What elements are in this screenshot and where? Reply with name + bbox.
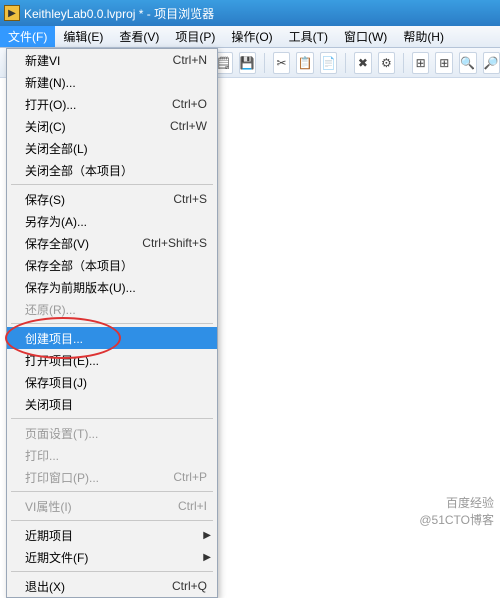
menu-item-1[interactable]: 新建(N)... <box>7 71 217 93</box>
toolbar-divider <box>345 53 346 73</box>
menu-item-label: 关闭全部(L) <box>25 140 207 157</box>
menu-separator <box>11 184 213 185</box>
menu-separator <box>11 323 213 324</box>
menu-item-17: 打印... <box>7 444 217 466</box>
menu-item-label: 打印窗口(P)... <box>25 469 163 486</box>
menu-separator <box>11 571 213 572</box>
menu-separator <box>11 520 213 521</box>
menu-item-18: 打印窗口(P)... Ctrl+P <box>7 466 217 488</box>
menu-item-5[interactable]: 关闭全部（本项目） <box>7 159 217 181</box>
menu-item-22[interactable]: 退出(X) Ctrl+Q <box>7 575 217 597</box>
menu-item-label: 打开项目(E)... <box>25 352 207 369</box>
menu-item-4[interactable]: 关闭全部(L) <box>7 137 217 159</box>
watermark-line1: 百度经验 <box>419 494 494 511</box>
menu-item-7[interactable]: 另存为(A)... <box>7 210 217 232</box>
file-menu-dropdown: 新建VI Ctrl+N 新建(N)... 打开(O)... Ctrl+O 关闭(C) Ctr… <box>6 48 218 598</box>
menu-item-label: 保存为前期版本(U)... <box>25 279 207 296</box>
toolbar-button-8[interactable]: ⊞ <box>435 52 453 74</box>
title-bar: ▶ KeithleyLab0.0.lvproj * - 项目浏览器 <box>0 0 500 26</box>
menu-item-label: 近期项目 <box>25 527 207 544</box>
menu-0[interactable]: 文件(F) <box>0 26 55 47</box>
menu-item-label: 保存(S) <box>25 191 163 208</box>
menu-item-shortcut: Ctrl+N <box>173 53 207 67</box>
menu-item-label: 打开(O)... <box>25 96 162 113</box>
menu-item-shortcut: Ctrl+Q <box>172 579 207 593</box>
menu-separator <box>11 418 213 419</box>
menu-2[interactable]: 查看(V) <box>111 26 167 47</box>
menu-item-label: 保存全部(V) <box>25 235 132 252</box>
menu-bar: 文件(F)编辑(E)查看(V)项目(P)操作(O)工具(T)窗口(W)帮助(H) <box>0 26 500 48</box>
menu-6[interactable]: 窗口(W) <box>336 26 395 47</box>
toolbar-divider <box>403 53 404 73</box>
menu-item-label: 创建项目... <box>25 330 207 347</box>
watermark-line2: @51CTO博客 <box>419 511 494 528</box>
menu-item-9[interactable]: 保存全部（本项目） <box>7 254 217 276</box>
submenu-arrow-icon: ▶ <box>203 530 211 541</box>
menu-item-label: 近期文件(F) <box>25 549 207 566</box>
menu-7[interactable]: 帮助(H) <box>395 26 452 47</box>
menu-3[interactable]: 项目(P) <box>167 26 223 47</box>
menu-item-21[interactable]: 近期文件(F)▶ <box>7 546 217 568</box>
menu-item-label: 另存为(A)... <box>25 213 207 230</box>
menu-item-label: 关闭项目 <box>25 396 207 413</box>
menu-item-shortcut: Ctrl+O <box>172 97 207 111</box>
menu-item-20[interactable]: 近期项目▶ <box>7 524 217 546</box>
menu-item-label: 还原(R)... <box>25 301 207 318</box>
app-icon: ▶ <box>4 5 20 21</box>
toolbar-button-2[interactable]: ✂ <box>273 52 291 74</box>
menu-item-10[interactable]: 保存为前期版本(U)... <box>7 276 217 298</box>
window-title: KeithleyLab0.0.lvproj * - 项目浏览器 <box>24 5 214 22</box>
menu-item-label: 新建(N)... <box>25 74 207 91</box>
menu-item-shortcut: Ctrl+P <box>173 470 207 484</box>
menu-5[interactable]: 工具(T) <box>281 26 336 47</box>
menu-item-15[interactable]: 关闭项目 <box>7 393 217 415</box>
toolbar-button-1[interactable]: 💾 <box>239 52 257 74</box>
menu-item-label: 打印... <box>25 447 207 464</box>
toolbar-button-5[interactable]: ✖ <box>354 52 372 74</box>
menu-item-2[interactable]: 打开(O)... Ctrl+O <box>7 93 217 115</box>
menu-item-shortcut: Ctrl+Shift+S <box>142 236 207 250</box>
menu-item-label: 页面设置(T)... <box>25 425 207 442</box>
toolbar-button-6[interactable]: ⚙ <box>378 52 396 74</box>
toolbar-button-7[interactable]: ⊞ <box>412 52 430 74</box>
menu-item-label: 关闭(C) <box>25 118 160 135</box>
submenu-arrow-icon: ▶ <box>203 552 211 563</box>
menu-item-19: VI属性(I) Ctrl+I <box>7 495 217 517</box>
menu-item-3[interactable]: 关闭(C) Ctrl+W <box>7 115 217 137</box>
menu-item-14[interactable]: 保存项目(J) <box>7 371 217 393</box>
menu-item-shortcut: Ctrl+W <box>170 119 207 133</box>
toolbar-button-9[interactable]: 🔍 <box>459 52 477 74</box>
menu-1[interactable]: 编辑(E) <box>55 26 111 47</box>
toolbar-button-3[interactable]: 📋 <box>296 52 314 74</box>
watermark: 百度经验 @51CTO博客 <box>419 494 494 528</box>
menu-4[interactable]: 操作(O) <box>223 26 280 47</box>
menu-item-label: 保存全部（本项目） <box>25 257 207 274</box>
menu-item-0[interactable]: 新建VI Ctrl+N <box>7 49 217 71</box>
menu-item-16: 页面设置(T)... <box>7 422 217 444</box>
menu-item-6[interactable]: 保存(S) Ctrl+S <box>7 188 217 210</box>
menu-item-label: 退出(X) <box>25 578 162 595</box>
menu-separator <box>11 491 213 492</box>
menu-item-11: 还原(R)... <box>7 298 217 320</box>
menu-item-label: VI属性(I) <box>25 498 168 515</box>
menu-item-shortcut: Ctrl+S <box>173 192 207 206</box>
menu-item-label: 保存项目(J) <box>25 374 207 391</box>
menu-item-13[interactable]: 打开项目(E)... <box>7 349 217 371</box>
menu-item-label: 新建VI <box>25 52 163 69</box>
menu-item-12[interactable]: 创建项目... <box>7 327 217 349</box>
menu-item-8[interactable]: 保存全部(V) Ctrl+Shift+S <box>7 232 217 254</box>
menu-item-shortcut: Ctrl+I <box>178 499 207 513</box>
toolbar-button-10[interactable]: 🔎 <box>483 52 500 74</box>
menu-item-label: 关闭全部（本项目） <box>25 162 207 179</box>
toolbar-button-4[interactable]: 📄 <box>320 52 338 74</box>
toolbar-divider <box>264 53 265 73</box>
